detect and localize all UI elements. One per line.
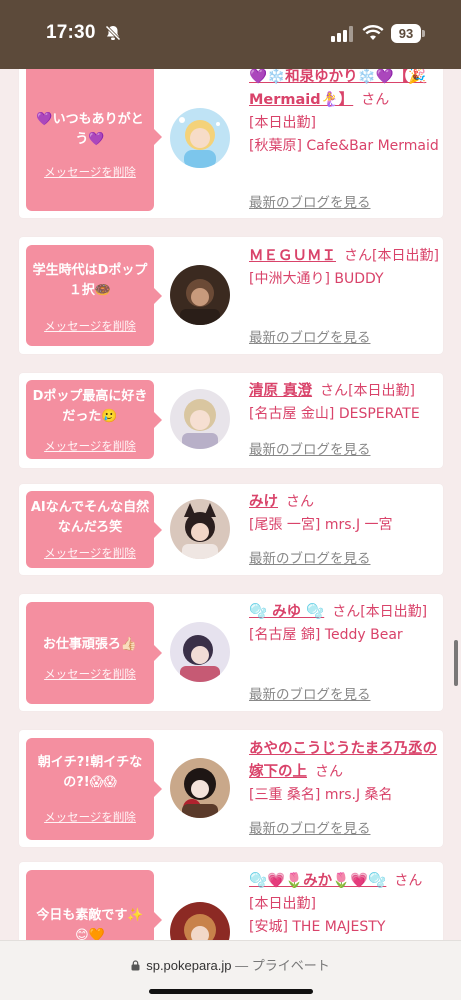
battery-tip <box>422 30 425 37</box>
latest-blog-link[interactable]: 最新のブログを見る <box>249 547 371 567</box>
avatar[interactable] <box>170 265 230 325</box>
latest-blog-link[interactable]: 最新のブログを見る <box>249 817 371 837</box>
honorific: さん <box>332 604 361 620</box>
message-text: Dポップ最高に好きだった🥲 <box>32 389 148 424</box>
shop-location: [尾張 一宮] mrs.J 一宮 <box>249 517 393 533</box>
shop-location: [三重 桑名] mrs.J 桑名 <box>249 787 393 803</box>
honorific: さん <box>344 248 372 264</box>
latest-blog-link[interactable]: 最新のブログを見る <box>249 326 371 346</box>
cast-info: 🫧💗🌷みか🌷💗🫧 さん [本日出勤] [安城] THE MAJESTY <box>249 870 439 939</box>
shop-location: [名古屋 錦] Teddy Bear <box>249 627 403 643</box>
message-text: お仕事頑張ろ👍🏻 <box>42 637 138 652</box>
cast-info: あやのこうじうたまろ乃丞の嫁下の上 さん [三重 桑名] mrs.J 桑名 <box>249 738 439 807</box>
battery-icon: 93 <box>391 24 421 43</box>
honorific: さん <box>320 383 349 399</box>
favorite-card: お仕事頑張ろ👍🏻 メッセージを削除 🫧 みゆ 🫧 さん[本日出勤] [名古屋 錦]… <box>19 594 443 711</box>
favorite-card: 💜いつもありがとう💜 メッセージを削除 💜❄️和泉ゆかり❄️💜【🎉Mermaid… <box>19 48 443 218</box>
latest-blog-link[interactable]: 最新のブログを見る <box>249 438 371 458</box>
delete-message-link[interactable]: メッセージを削除 <box>26 318 154 334</box>
honorific: さん <box>286 494 314 510</box>
url-domain: sp.pokepara.jp <box>146 958 232 973</box>
scrollbar[interactable] <box>454 640 458 686</box>
favorite-card: Dポップ最高に好きだった🥲 メッセージを削除 清原 真澄 さん[本日出勤] [名古… <box>19 373 443 468</box>
shop-location: [名古屋 金山] DESPERATE <box>249 406 420 422</box>
cast-name-link[interactable]: 💜❄️和泉ゆかり❄️💜【🎉Mermaid🧜‍♀️】 <box>249 69 426 108</box>
shift-status: [本日出勤] <box>348 383 415 399</box>
avatar[interactable] <box>170 499 230 559</box>
url-bar[interactable]: sp.pokepara.jp — プライベート <box>0 955 461 974</box>
honorific: さん <box>394 873 423 889</box>
cast-info: みけ さん [尾張 一宮] mrs.J 一宮 <box>249 491 439 537</box>
honorific: さん <box>361 92 390 108</box>
message-text: 学生時代はDポップ１択🍩 <box>32 263 148 298</box>
avatar[interactable] <box>170 758 230 818</box>
message-text: AIなんでそんな自然なんだろ笑 <box>30 500 150 535</box>
url-separator: — <box>235 958 249 973</box>
cast-info: 🫧 みゆ 🫧 さん[本日出勤] [名古屋 錦] Teddy Bear <box>249 601 439 647</box>
cast-name-link[interactable]: ＭＥＧＵＭＩ <box>249 248 336 264</box>
message-bubble: Dポップ最高に好きだった🥲 メッセージを削除 <box>26 380 162 459</box>
avatar[interactable] <box>170 622 230 682</box>
message-bubble: お仕事頑張ろ👍🏻 メッセージを削除 <box>26 602 162 704</box>
cast-name-link[interactable]: 🫧💗🌷みか🌷💗🫧 <box>249 873 386 889</box>
message-text: 朝イチ?!朝イチなの?!😱😱 <box>37 755 143 790</box>
cellular-signal-icon <box>331 26 355 42</box>
wifi-icon <box>362 24 384 42</box>
shift-status: [本日出勤] <box>249 896 316 912</box>
status-time: 17:30 <box>46 22 96 43</box>
bell-slash-icon <box>104 24 122 42</box>
cast-info: 💜❄️和泉ゆかり❄️💜【🎉Mermaid🧜‍♀️】 さん [本日出勤] [秋葉原]… <box>249 66 439 158</box>
lock-icon <box>131 959 140 971</box>
shop-location: [中洲大通り] BUDDY <box>249 271 384 287</box>
cast-info: ＭＥＧＵＭＩ さん[本日出勤] [中洲大通り] BUDDY <box>249 245 439 291</box>
delete-message-link[interactable]: メッセージを削除 <box>26 164 154 180</box>
cast-name-link[interactable]: 清原 真澄 <box>249 383 312 399</box>
avatar[interactable] <box>170 108 230 168</box>
shop-location: [安城] THE MAJESTY <box>249 919 386 935</box>
message-bubble: 学生時代はDポップ１択🍩 メッセージを削除 <box>26 245 162 346</box>
cast-info: 清原 真澄 さん[本日出勤] [名古屋 金山] DESPERATE <box>249 380 439 426</box>
cast-name-link[interactable]: 🫧 みゆ 🫧 <box>249 604 324 620</box>
favorite-card: 朝イチ?!朝イチなの?!😱😱 メッセージを削除 あやのこうじうたまろ乃丞の嫁下の… <box>19 730 443 847</box>
home-indicator[interactable] <box>149 989 313 994</box>
delete-message-link[interactable]: メッセージを削除 <box>26 666 154 682</box>
status-bar: 17:30 93 <box>0 0 461 69</box>
message-bubble: AIなんでそんな自然なんだろ笑 メッセージを削除 <box>26 491 162 568</box>
delete-message-link[interactable]: メッセージを削除 <box>26 809 154 825</box>
cast-name-link[interactable]: あやのこうじうたまろ乃丞の嫁下の上 <box>249 741 437 780</box>
message-text: 💜いつもありがとう💜 <box>36 112 144 147</box>
delete-message-link[interactable]: メッセージを削除 <box>26 545 154 561</box>
delete-message-link[interactable]: メッセージを削除 <box>26 438 154 454</box>
shift-status: [本日出勤] <box>249 115 316 131</box>
shift-status: [本日出勤] <box>360 604 428 620</box>
latest-blog-link[interactable]: 最新のブログを見る <box>249 191 371 211</box>
private-mode-label: プライベート <box>251 958 330 973</box>
latest-blog-link[interactable]: 最新のブログを見る <box>249 683 371 703</box>
browser-bottom-bar: sp.pokepara.jp — プライベート <box>0 940 461 1000</box>
honorific: さん <box>315 764 343 780</box>
message-bubble: 💜いつもありがとう💜 メッセージを削除 <box>26 62 162 211</box>
favorite-card: AIなんでそんな自然なんだろ笑 メッセージを削除 みけ さん [尾張 一宮] mr… <box>19 484 443 575</box>
message-bubble: 朝イチ?!朝イチなの?!😱😱 メッセージを削除 <box>26 738 162 840</box>
shop-location: [秋葉原] Cafe&Bar Mermaid <box>249 138 439 154</box>
favorite-card: 学生時代はDポップ１択🍩 メッセージを削除 ＭＥＧＵＭＩ さん[本日出勤] [中洲… <box>19 237 443 354</box>
shift-status: [本日出勤] <box>372 248 439 264</box>
avatar[interactable] <box>170 389 230 449</box>
cast-name-link[interactable]: みけ <box>249 494 278 510</box>
